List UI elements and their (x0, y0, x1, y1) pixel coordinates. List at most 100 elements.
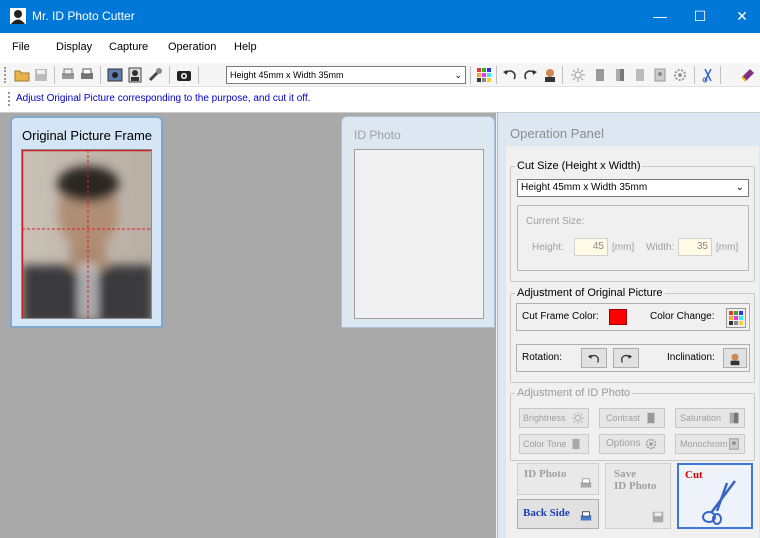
color-tone-button[interactable]: Color Tone (519, 434, 589, 454)
toolbar: Height 45mm x Width 35mm ⌄ (0, 63, 760, 87)
back-side-button[interactable]: Back Side (517, 499, 599, 529)
height-unit: [mm] (612, 242, 635, 253)
menu-display[interactable]: Display (56, 41, 92, 53)
camera-icon[interactable] (176, 67, 192, 83)
brightness-icon[interactable] (570, 67, 586, 83)
brightness-label: Brightness (523, 413, 566, 423)
adjust-id-label: Adjustment of ID Photo (515, 387, 633, 399)
cut-button[interactable]: Cut (677, 463, 753, 529)
id-photo-button[interactable]: ID Photo (517, 463, 599, 495)
save-id-photo-button[interactable]: Save ID Photo (605, 463, 671, 529)
minimize-button[interactable]: — (640, 0, 680, 33)
toolbar-separator (100, 66, 101, 84)
monochrome-label: Monochrom (680, 439, 728, 449)
color-change-icon[interactable] (726, 308, 746, 328)
print-preview-icon[interactable] (60, 67, 76, 83)
original-photo[interactable] (21, 149, 152, 319)
toolbar-grip[interactable] (4, 67, 6, 83)
portrait-image (22, 150, 151, 318)
operation-panel-title: Operation Panel (510, 126, 604, 141)
tools-icon[interactable] (147, 67, 163, 83)
title-bar: Mr. ID Photo Cutter — ☐ ✕ (0, 0, 760, 33)
saturation-icon[interactable] (612, 67, 628, 83)
print-icon[interactable] (79, 67, 95, 83)
scissors-icon[interactable] (700, 67, 716, 83)
height-label: Height: (532, 242, 564, 253)
rotation-row: Rotation: Inclination: (516, 344, 750, 372)
cut-frame-color-label: Cut Frame Color: (522, 311, 599, 322)
current-size-group: Current Size: Height: 45 [mm] Width: 35 … (517, 205, 749, 271)
menu-help[interactable]: Help (234, 41, 257, 53)
rotate-right-icon (621, 354, 633, 363)
rotate-right-button[interactable] (613, 348, 639, 368)
toolbar-separator (720, 66, 721, 84)
cut-size-group: Cut Size (Height x Width) Height 45mm x … (510, 160, 755, 282)
adjust-id-group: Adjustment of ID Photo Brightness Contra… (510, 387, 755, 461)
saturation-icon (729, 412, 739, 424)
menu-capture[interactable]: Capture (109, 41, 148, 53)
contrast-button[interactable]: Contrast (599, 408, 665, 428)
original-frame-title: Original Picture Frame (22, 128, 153, 143)
portrait-icon[interactable] (127, 67, 143, 83)
cut-size-label: Cut Size (Height x Width) (515, 160, 643, 172)
save-id-photo-label: ID Photo (614, 480, 657, 492)
save-icon (652, 511, 664, 523)
inclination-icon[interactable] (542, 67, 558, 83)
image-icon[interactable] (107, 67, 123, 83)
hint-bar: Adjust Original Picture corresponding to… (0, 87, 760, 113)
app-icon (10, 8, 26, 24)
close-button[interactable]: ✕ (722, 0, 760, 33)
brightness-button[interactable]: Brightness (519, 408, 589, 428)
book-icon[interactable] (740, 67, 756, 83)
menu-operation[interactable]: Operation (168, 41, 216, 53)
cut-size-combo-value: Height 45mm x Width 35mm (230, 70, 344, 80)
operation-panel: Operation Panel Cut Size (Height x Width… (497, 113, 760, 538)
color-tone-icon (572, 438, 580, 450)
rotate-right-icon[interactable] (522, 67, 538, 83)
options-gear-icon[interactable] (672, 67, 688, 83)
menu-bar: File Display Capture Operation Help (0, 33, 760, 63)
width-value: 35 (678, 238, 712, 256)
contrast-icon[interactable] (592, 67, 608, 83)
rotate-left-icon[interactable] (502, 67, 518, 83)
cut-size-select-value: Height 45mm x Width 35mm (521, 182, 648, 193)
rotation-label: Rotation: (522, 352, 563, 363)
rotate-left-button[interactable] (581, 348, 607, 368)
back-side-label: Back Side (523, 507, 570, 519)
operation-panel-body: Cut Size (Height x Width) Height 45mm x … (506, 146, 759, 538)
contrast-icon (647, 412, 655, 424)
original-picture-frame: Original Picture Frame (10, 116, 163, 328)
inclination-icon (730, 353, 740, 366)
monochrome-button[interactable]: Monochrom (675, 434, 745, 454)
toolbar-separator (169, 66, 170, 84)
toolbar-separator (496, 66, 497, 84)
save-icon[interactable] (33, 67, 49, 83)
options-button[interactable]: Options (599, 434, 665, 454)
saturation-button[interactable]: Saturation (675, 408, 745, 428)
chevron-down-icon: ⌄ (735, 182, 744, 193)
height-value: 45 (574, 238, 608, 256)
cut-size-select[interactable]: Height 45mm x Width 35mm ⌄ (517, 179, 749, 197)
hint-grip (8, 92, 10, 106)
rotate-left-icon (587, 354, 599, 363)
monochrome-icon[interactable] (652, 67, 668, 83)
cut-frame-color-swatch[interactable] (609, 309, 627, 325)
color-tone-icon[interactable] (632, 67, 648, 83)
color-change-label: Color Change: (650, 311, 715, 322)
menu-file[interactable]: File (12, 41, 30, 53)
print-icon (580, 511, 592, 521)
toolbar-separator (562, 66, 563, 84)
id-photo-button-label: ID Photo (524, 468, 567, 480)
color-grid-icon[interactable] (476, 67, 492, 83)
open-folder-icon[interactable] (14, 67, 30, 83)
inclination-button[interactable] (723, 348, 747, 368)
print-icon (580, 478, 592, 488)
id-photo-title: ID Photo (354, 128, 401, 142)
maximize-button[interactable]: ☐ (680, 0, 720, 33)
toolbar-separator (470, 66, 471, 84)
current-size-label: Current Size: (526, 216, 585, 227)
cut-size-combo[interactable]: Height 45mm x Width 35mm ⌄ (226, 66, 466, 84)
save-label: Save (614, 468, 636, 480)
contrast-label: Contrast (606, 413, 641, 423)
id-photo-frame: ID Photo (341, 116, 495, 328)
